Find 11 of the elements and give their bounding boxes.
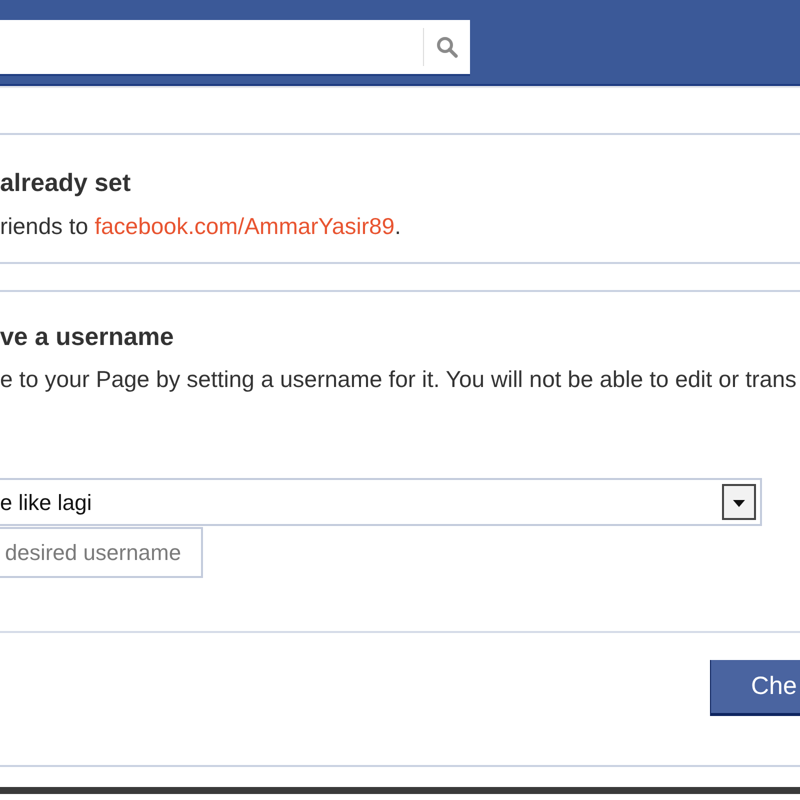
section-heading: ve a username xyxy=(0,322,174,352)
caret-icon xyxy=(722,484,756,520)
search-field[interactable] xyxy=(0,20,470,76)
check-button[interactable]: Che xyxy=(710,660,800,716)
username-field[interactable]: desired username xyxy=(0,527,203,578)
section-heading: already set xyxy=(0,168,131,198)
search-icon xyxy=(436,36,458,58)
profile-link[interactable]: facebook.com/AmmarYasir89 xyxy=(94,213,395,239)
page-dropdown[interactable]: e like lagi xyxy=(0,478,762,526)
description-text: e to your Page by setting a username for it. You will not be able to edit or trans xyxy=(0,365,797,394)
username-set-text: riends to facebook.com/AmmarYasir89. xyxy=(0,212,401,241)
